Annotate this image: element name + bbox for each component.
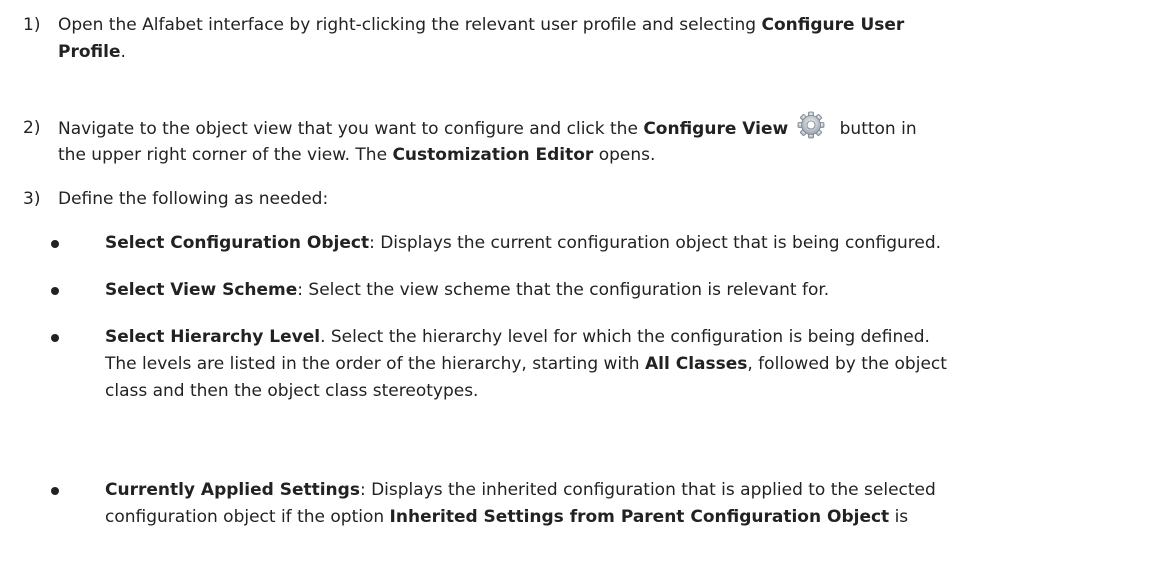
bullet-description: Select the view scheme that the configur… <box>303 280 830 300</box>
bullet-description: Select the hierarchy level for which the… <box>325 327 930 347</box>
customization-editor-label: Customization Editor <box>392 145 594 165</box>
bullet-term: Select View Scheme <box>105 280 298 300</box>
bullet-description: Displays the inherited configuration tha… <box>365 480 936 500</box>
step-2-text: Navigate to the object view that you wan… <box>58 107 1138 169</box>
configure-view-label: Configure View <box>643 119 789 139</box>
bullet-icon <box>51 240 59 248</box>
bullet-term: Select Hierarchy Level <box>105 327 321 347</box>
bullet-description: Displays the current configuration objec… <box>374 233 942 253</box>
bullet-description: The levels are listed in the order of th… <box>105 354 645 374</box>
configure-user-label: Configure User <box>761 15 905 35</box>
step-number: 2) <box>23 118 41 138</box>
gear-icon <box>794 110 828 140</box>
bullet-term: Select Configuration Object <box>105 233 370 253</box>
step-number: 3) <box>23 189 41 209</box>
bullet-term: Currently Applied Settings <box>105 480 360 500</box>
step-1-line2: . <box>120 42 126 62</box>
step-1-line1: Open the Alfabet interface by right-clic… <box>58 15 762 35</box>
step-1-text: Open the Alfabet interface by right-clic… <box>58 12 1138 66</box>
bullet-icon <box>51 487 59 495</box>
bullet-icon <box>51 334 59 342</box>
inherited-settings-label: Inherited Settings from Parent Configura… <box>389 507 890 527</box>
step-number: 1) <box>23 15 41 35</box>
bullet-description: is <box>889 507 909 527</box>
step-2-line1: Navigate to the object view that you wan… <box>58 119 644 139</box>
document-page: { "steps": [ { "num": "1)", "line1_prefi… <box>0 0 1164 563</box>
bullet-description: class and then the object class stereoty… <box>105 381 479 401</box>
step-2-line2: the upper right corner of the view. The <box>58 145 393 165</box>
profile-label: Profile <box>58 42 121 62</box>
bullet-description: configuration object if the option <box>105 507 390 527</box>
bullet-description: , followed by the object <box>747 354 947 374</box>
bullet-icon <box>51 287 59 295</box>
step-3-text: Define the following as needed: <box>58 189 329 209</box>
step-2-line2-suffix: opens. <box>593 145 656 165</box>
all-classes-label: All Classes <box>644 354 748 374</box>
step-2-line1-suffix: button in <box>834 119 917 139</box>
